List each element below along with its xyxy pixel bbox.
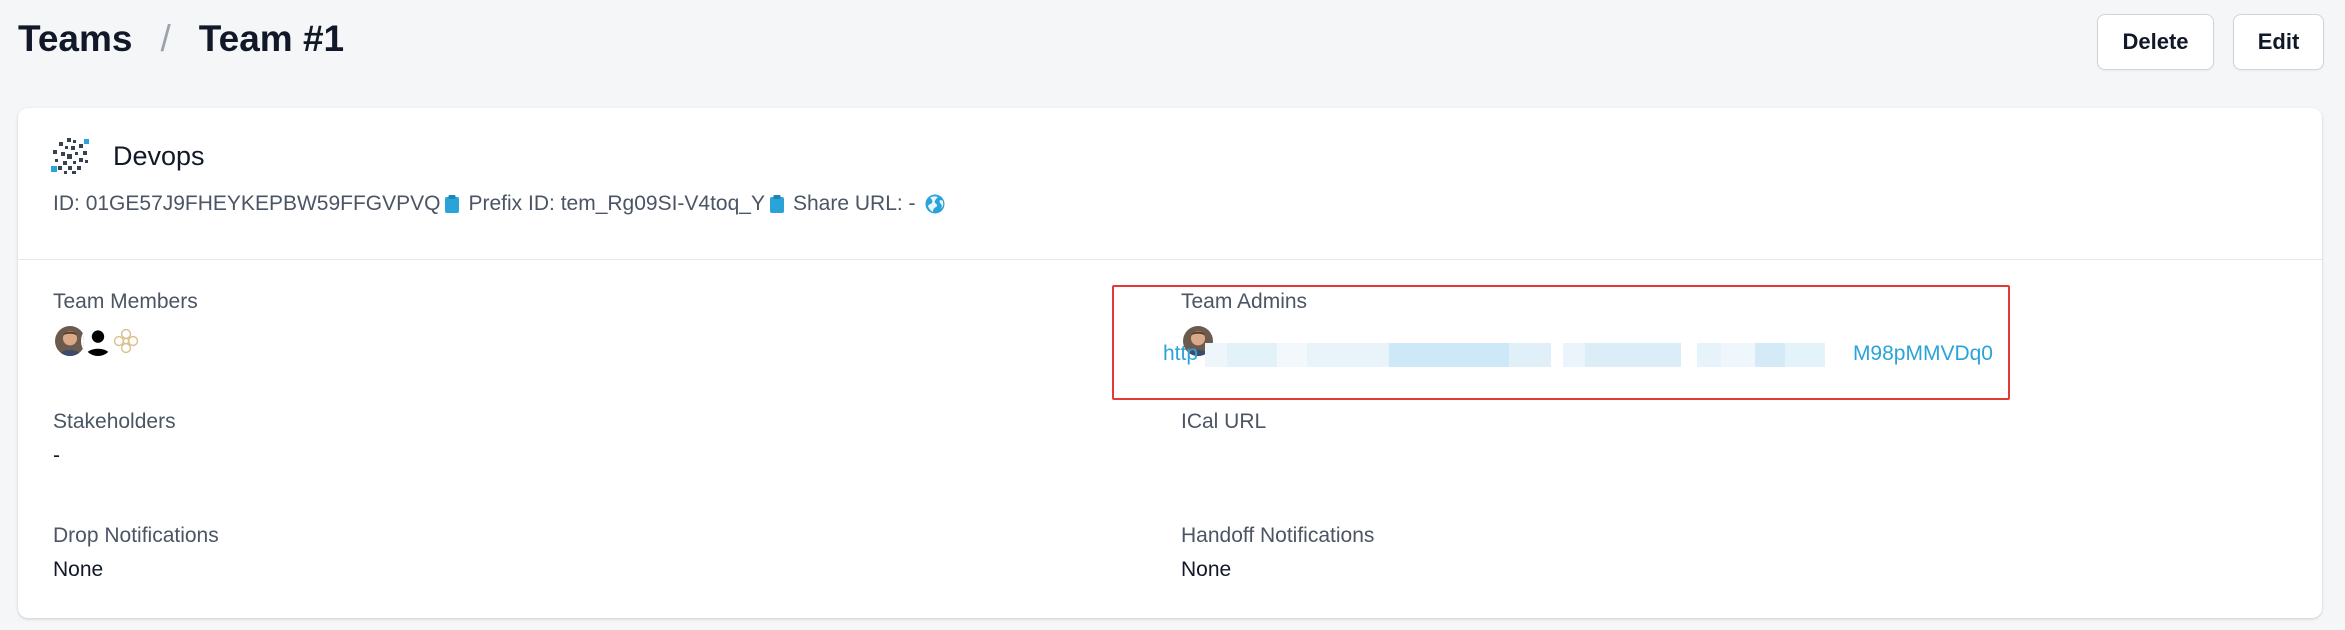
stakeholders-value: - [53,444,60,467]
handoff-notifications-label: Handoff Notifications [1181,524,1375,547]
drop-notifications-label: Drop Notifications [53,524,219,547]
breadcrumb-teams-link[interactable]: Teams [18,18,133,60]
redacted-segment [1563,343,1585,367]
handoff-notifications-value: None [1181,558,1232,581]
share-url-label: Share URL: [792,192,903,215]
redacted-segment [1785,343,1825,367]
team-members-field: Team Members [53,290,198,358]
prefix-id-value: tem_Rg09SI-V4toq_Y [560,192,765,215]
share-url-value: - [908,192,916,215]
ical-url-label: ICal URL [1181,410,1267,433]
stakeholders-label: Stakeholders [53,410,176,433]
team-logo-icon [51,138,89,174]
avatar[interactable] [109,324,143,358]
team-summary: Devops ID: 01GE57J9FHEYKEPBW59FFGVPVQ Pr… [18,108,2322,260]
id-value: 01GE57J9FHEYKEPBW59FFGVPVQ [85,192,441,215]
redacted-segment [1307,343,1389,367]
drop-notifications-value: None [53,558,104,581]
handoff-notifications-field: Handoff Notifications None [1181,524,1374,582]
team-members-avatars [53,324,198,358]
prefix-id-label: Prefix ID: [468,192,555,215]
globe-icon[interactable] [925,194,945,214]
ical-url-link[interactable]: http M98pMMVDq0 [1163,340,1993,370]
redacted-segment [1389,343,1509,367]
breadcrumb-separator: / [160,18,171,59]
stakeholders-field: Stakeholders - [53,410,176,468]
ical-url-start: http [1163,342,1199,365]
id-label: ID: [53,192,80,215]
drop-notifications-field: Drop Notifications None [53,524,219,582]
team-name: Devops [113,141,205,171]
team-members-label: Team Members [53,290,198,313]
redacted-segment [1721,343,1755,367]
clipboard-icon[interactable] [769,194,785,214]
redacted-segment [1697,343,1721,367]
redacted-segment [1755,343,1785,367]
redacted-segment [1509,343,1551,367]
page-header: Teams / Team #1 Delete Edit [0,0,2345,100]
redacted-segment [1227,343,1277,367]
redacted-segment [1585,343,1681,367]
team-meta: ID: 01GE57J9FHEYKEPBW59FFGVPVQ Prefix ID… [53,192,945,216]
header-actions: Delete Edit [2097,14,2324,70]
edit-button[interactable]: Edit [2233,14,2324,70]
clipboard-icon[interactable] [444,194,460,214]
redacted-segment [1205,343,1227,367]
redacted-segment [1277,343,1307,367]
delete-button[interactable]: Delete [2097,14,2214,70]
page-title: Team #1 [198,18,345,59]
breadcrumb: Teams / Team #1 [18,18,344,60]
ical-url-end: M98pMMVDq0 [1852,342,1993,365]
ical-url-field: ICal URL [1181,410,1266,434]
